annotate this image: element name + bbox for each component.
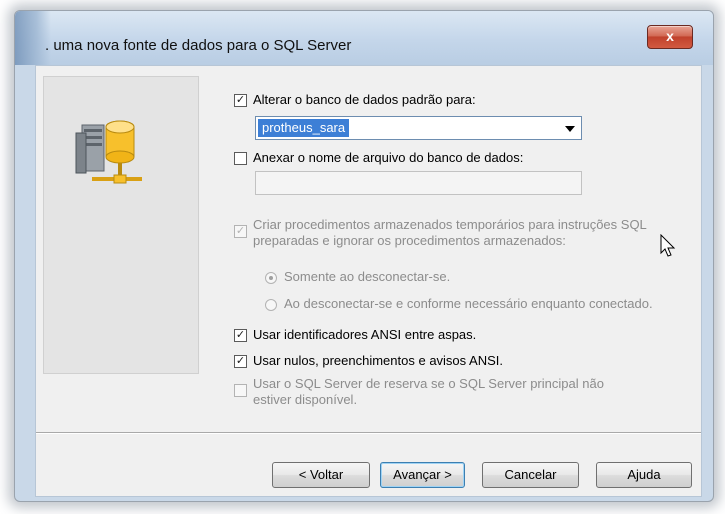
create-temp-procs-label-line1: Criar procedimentos armazenados temporár…: [253, 217, 647, 232]
title-bar[interactable]: . uma nova fonte de dados para o SQL Ser…: [15, 11, 713, 65]
ansi-nulls-checkbox[interactable]: ✓: [234, 355, 247, 368]
ansi-quoted-identifiers-checkbox[interactable]: ✓: [234, 329, 247, 342]
failover-server-label-line1: Usar o SQL Server de reserva se o SQL Se…: [253, 376, 604, 391]
close-button[interactable]: x: [647, 25, 693, 49]
radio-disconnect-and-as-needed-label: Ao desconectar-se e conforme necessário …: [284, 296, 653, 311]
server-database-icon: [75, 120, 142, 184]
change-default-db-label: Alterar o banco de dados padrão para:: [253, 92, 476, 107]
failover-server-label-line2: estiver disponível.: [253, 392, 358, 407]
mouse-pointer-icon: [660, 234, 676, 257]
change-default-db-checkbox[interactable]: ✓: [234, 94, 247, 107]
default-db-select[interactable]: protheus_sara: [255, 116, 582, 140]
dialog-window: . uma nova fonte de dados para o SQL Ser…: [14, 10, 714, 502]
attach-db-file-label: Anexar o nome de arquivo do banco de dad…: [253, 150, 524, 165]
back-button[interactable]: < Voltar: [272, 462, 370, 488]
help-button[interactable]: Ajuda: [596, 462, 692, 488]
create-temp-procs-checkbox: ✓: [234, 225, 247, 238]
chevron-down-icon[interactable]: [565, 126, 575, 132]
cancel-button[interactable]: Cancelar: [482, 462, 579, 488]
window-title: . uma nova fonte de dados para o SQL Ser…: [45, 37, 352, 54]
attach-db-file-input[interactable]: [255, 171, 582, 195]
radio-only-on-disconnect-label: Somente ao desconectar-se.: [284, 269, 451, 284]
attach-db-file-checkbox[interactable]: [234, 152, 247, 165]
next-button[interactable]: Avançar >: [380, 462, 465, 488]
button-separator: [36, 432, 701, 434]
ansi-nulls-label: Usar nulos, preenchimentos e avisos ANSI…: [253, 353, 504, 368]
default-db-select-value: protheus_sara: [258, 119, 350, 137]
wizard-image-panel: [43, 76, 199, 374]
radio-only-on-disconnect: [265, 272, 277, 284]
radio-disconnect-and-as-needed: [265, 299, 277, 311]
create-temp-procs-label-line2: preparadas e ignorar os procedimentos ar…: [253, 233, 566, 248]
ansi-quoted-identifiers-label: Usar identificadores ANSI entre aspas.: [253, 327, 477, 342]
failover-server-checkbox: [234, 384, 247, 397]
dialog-client-area: ✓ Alterar o banco de dados padrão para: …: [35, 65, 702, 497]
